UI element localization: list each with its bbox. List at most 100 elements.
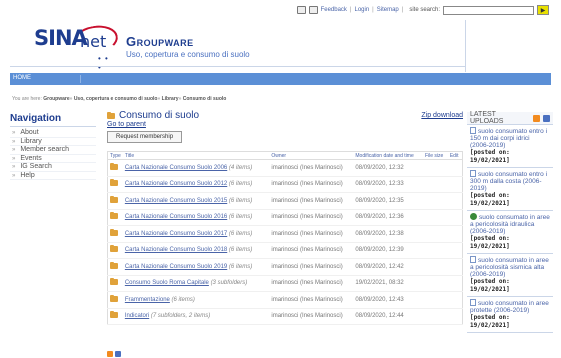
feed-icon[interactable] — [543, 114, 551, 122]
row-edit — [447, 308, 463, 325]
search-go-button[interactable]: ▶ — [537, 5, 549, 15]
row-size — [422, 275, 448, 292]
column-header-owner[interactable]: Owner — [269, 151, 354, 160]
row-count: (6 items) — [228, 230, 253, 237]
go-to-parent-link[interactable]: Go to parent — [107, 121, 146, 128]
utility-bar: Feedback | Login | Sitemap | site search… — [296, 5, 549, 15]
breadcrumb-item[interactable]: Uso, copertura e consumo di suolo — [74, 96, 158, 102]
upload-item[interactable]: suolo consumato entro i 300 m dalla cost… — [467, 168, 553, 211]
nav-item-label: Library — [20, 137, 42, 145]
row-date: 08/09/2020, 12:43 — [353, 291, 423, 309]
row-owner: imarinosci (Ines Marinosci) — [269, 242, 354, 259]
feed-icon[interactable] — [115, 351, 121, 357]
rss-icon[interactable] — [107, 351, 113, 357]
folder-link[interactable]: Indicatori — [125, 313, 149, 319]
folder-link[interactable]: Carta Nazionale Consumo Suolo 2015 — [125, 198, 227, 204]
nav-item-label: Member search — [20, 146, 69, 153]
upload-title[interactable]: suolo consumato entro i 150 m dai corpi … — [470, 127, 550, 149]
row-size — [422, 209, 448, 226]
nav-item-label: IG Search — [20, 163, 52, 170]
row-edit — [447, 258, 463, 276]
row-title-cell: Indicatori (7 subfolders, 2 items) — [122, 308, 270, 325]
table-header-row: Type Title Owner Modification date and t… — [107, 151, 463, 160]
print-icon[interactable] — [296, 6, 306, 14]
table-row: Indicatori (7 subfolders, 2 items) imarin… — [107, 308, 463, 325]
upload-date: [posted on: 19/02/2021] — [470, 235, 510, 250]
row-type-cell — [107, 176, 123, 193]
row-size — [422, 258, 448, 276]
nav-item-library[interactable]: » Library — [10, 137, 96, 146]
row-date: 08/09/2020, 12:33 — [353, 176, 423, 193]
row-date: 08/09/2020, 12:35 — [353, 192, 423, 210]
row-owner: imarinosci (Ines Marinosci) — [269, 275, 354, 292]
row-count: (6 items) — [228, 181, 253, 188]
column-header-size[interactable]: File size — [422, 151, 448, 160]
separator: | — [372, 7, 374, 13]
nav-item-help[interactable]: » Help — [10, 172, 96, 180]
folder-link[interactable]: Carta Nazionale Consumo Suolo 2017 — [125, 231, 227, 237]
nav-item-events[interactable]: » Events — [10, 155, 96, 163]
column-header-edit[interactable]: Edit — [447, 151, 463, 160]
document-icon — [470, 299, 476, 306]
table-row: Consumo Suolo Roma Capitale (3 subfolder… — [107, 275, 463, 292]
nav-item-ig-search[interactable]: » IG Search — [10, 163, 96, 172]
row-date: 08/09/2020, 12:42 — [353, 258, 423, 276]
upload-item[interactable]: suolo consumato in aree protette (2006-2… — [467, 297, 553, 333]
upload-title[interactable]: suolo consumato in aree protette (2006-2… — [470, 299, 550, 314]
row-owner: imarinosci (Ines Marinosci) — [269, 258, 354, 276]
search-label: site search: — [409, 7, 440, 13]
table-row: Carta Nazionale Consumo Suolo 2015 (6 it… — [107, 192, 463, 210]
row-type-cell — [107, 159, 123, 177]
page-title-text: Consumo di suolo — [119, 110, 200, 121]
request-membership-button[interactable]: Request membership — [107, 131, 183, 143]
nav-item-member-search[interactable]: » Member search — [10, 146, 96, 155]
breadcrumb-item[interactable]: Consumo di suolo — [183, 96, 227, 102]
row-type-cell — [107, 209, 123, 226]
row-title-cell: Consumo Suolo Roma Capitale (3 subfolder… — [122, 275, 270, 292]
row-type-cell — [107, 225, 123, 243]
upload-title[interactable]: suolo consumato in aree a pericolosità s… — [470, 256, 550, 278]
folder-link[interactable]: Carta Nazionale Consumo Suolo 2018 — [125, 247, 227, 253]
sitemap-link[interactable]: Sitemap — [377, 7, 399, 13]
email-icon[interactable] — [308, 6, 318, 14]
upload-item[interactable]: suolo consumato in aree a pericolosità s… — [467, 254, 553, 297]
nav-item-about[interactable]: » About — [10, 129, 96, 138]
upload-item[interactable]: suolo consumato in aree a pericolosità i… — [467, 211, 553, 254]
main-content: Consumo di suolo Zip download Go to pare… — [107, 110, 463, 325]
row-size — [422, 225, 448, 243]
home-link[interactable]: HOME — [13, 75, 31, 81]
upload-title-text: suolo consumato in aree a pericolosità s… — [470, 257, 549, 278]
site-search-input[interactable] — [443, 5, 534, 15]
sinanet-logo[interactable]: SINA net • • • — [34, 22, 121, 72]
rss-icon[interactable] — [533, 114, 541, 122]
upload-date: [posted on: 19/02/2021] — [470, 149, 510, 164]
upload-title-text: suolo consumato in aree protette (2006-2… — [470, 300, 549, 314]
folder-link[interactable]: Consumo Suolo Roma Capitale — [125, 280, 209, 286]
column-header-type[interactable]: Type — [107, 151, 123, 160]
logo-dots: • • • — [98, 54, 109, 72]
row-edit — [447, 176, 463, 193]
folder-link[interactable]: Carta Nazionale Consumo Suolo 2016 — [125, 214, 227, 220]
row-type-cell — [107, 258, 123, 276]
table-row: Carta Nazionale Consumo Suolo 2012 (6 it… — [107, 176, 463, 193]
folder-link[interactable]: Carta Nazionale Consumo Suolo 2012 — [125, 181, 227, 187]
row-date: 08/09/2020, 12:38 — [353, 225, 423, 243]
header-divider-vertical — [465, 20, 466, 72]
login-link[interactable]: Login — [354, 7, 369, 13]
row-date: 19/02/2021, 08:32 — [353, 275, 423, 292]
feedback-link[interactable]: Feedback — [321, 7, 347, 13]
folder-link[interactable]: Carta Nazionale Consumo Suolo 2019 — [125, 264, 227, 270]
upload-item[interactable]: suolo consumato entro i 150 m dai corpi … — [467, 125, 553, 168]
zip-download-link[interactable]: Zip download — [421, 112, 463, 119]
breadcrumb-item[interactable]: Library — [162, 96, 179, 102]
breadcrumb-item[interactable]: Groupware — [43, 96, 69, 102]
column-header-title[interactable]: Title — [122, 151, 270, 160]
footer-feed-icons — [107, 351, 121, 357]
column-header-date[interactable]: Modification date and time — [353, 151, 423, 160]
upload-title-text: suolo consumato entro i 150 m dai corpi … — [470, 128, 548, 149]
upload-title[interactable]: suolo consumato in aree a pericolosità i… — [470, 213, 550, 235]
upload-title[interactable]: suolo consumato entro i 300 m dalla cost… — [470, 170, 550, 192]
folder-link[interactable]: Frammentazione — [125, 297, 170, 303]
row-type-cell — [107, 192, 123, 210]
folder-link[interactable]: Carta Nazionale Consumo Suolo 2006 — [125, 165, 227, 171]
